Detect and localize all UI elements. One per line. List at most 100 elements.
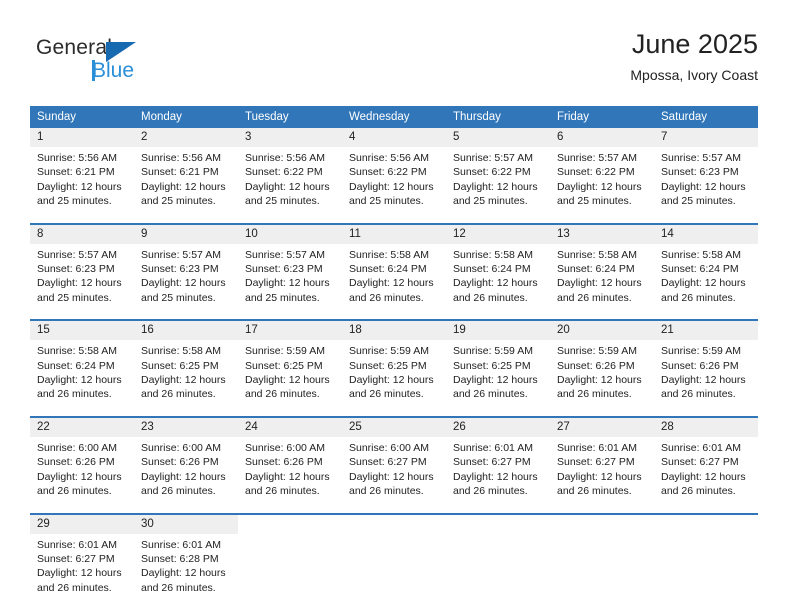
sunset-text: Sunset: 6:23 PM	[141, 263, 219, 276]
daylight-text-line2: and 25 minutes.	[141, 291, 216, 304]
daylight-text-line2: and 26 minutes.	[661, 388, 736, 401]
calendar-day-cell[interactable]: 19 Sunrise: 5:59 AM Sunset: 6:25 PM Dayligh…	[446, 319, 550, 402]
calendar-day-cell[interactable]: 12 Sunrise: 5:58 AM Sunset: 6:24 PM Dayligh…	[446, 222, 550, 306]
calendar-day-cell[interactable]: 27 Sunrise: 6:01 AM Sunset: 6:27 PM Dayligh…	[550, 415, 654, 499]
weekday-header-monday: Monday	[134, 106, 238, 128]
day-sun-info: Sunrise: 5:57 AM Sunset: 6:23 PM Daylight:…	[134, 244, 238, 306]
daylight-text-line1: Daylight: 12 hours	[245, 374, 330, 387]
daylight-text-line1: Daylight: 12 hours	[245, 470, 330, 483]
calendar-day-cell[interactable]: 16 Sunrise: 5:58 AM Sunset: 6:25 PM Dayligh…	[134, 319, 238, 402]
page-title: June 2025	[631, 29, 758, 59]
daylight-text-line1: Daylight: 12 hours	[453, 470, 538, 483]
calendar-day-cell[interactable]: 8 Sunrise: 5:57 AM Sunset: 6:23 PM Daylight…	[30, 222, 134, 306]
calendar-day-cell-empty	[446, 512, 550, 596]
sunset-text: Sunset: 6:27 PM	[557, 456, 635, 469]
calendar-day-cell[interactable]: 9 Sunrise: 5:57 AM Sunset: 6:23 PM Daylight…	[134, 222, 238, 306]
day-number: 13	[550, 224, 654, 244]
daylight-text-line2: and 25 minutes.	[141, 195, 216, 208]
daylight-text-line1: Daylight: 12 hours	[661, 277, 746, 290]
day-number	[238, 514, 342, 534]
calendar-day-cell[interactable]: 5 Sunrise: 5:57 AM Sunset: 6:22 PM Daylight…	[446, 128, 550, 209]
daylight-text-line1: Daylight: 12 hours	[349, 180, 434, 193]
day-number: 4	[342, 128, 446, 147]
day-number: 2	[134, 128, 238, 147]
daylight-text-line1: Daylight: 12 hours	[661, 470, 746, 483]
week-spacer-cell	[30, 401, 758, 417]
sunset-text: Sunset: 6:22 PM	[245, 166, 323, 179]
daylight-text-line2: and 25 minutes.	[557, 195, 632, 208]
sunrise-text: Sunrise: 6:00 AM	[37, 441, 117, 454]
calendar-day-cell[interactable]: 10 Sunrise: 5:57 AM Sunset: 6:23 PM Dayligh…	[238, 222, 342, 306]
calendar-grid: Sunday Monday Tuesday Wednesday Thursday…	[30, 106, 758, 596]
sunset-text: Sunset: 6:25 PM	[245, 359, 323, 372]
sunrise-text: Sunrise: 5:58 AM	[453, 248, 533, 261]
calendar-day-cell[interactable]: 1 Sunrise: 5:56 AM Sunset: 6:21 PM Daylight…	[30, 128, 134, 209]
calendar-day-cell[interactable]: 11 Sunrise: 5:58 AM Sunset: 6:24 PM Dayligh…	[342, 222, 446, 306]
calendar-day-cell[interactable]: 13 Sunrise: 5:58 AM Sunset: 6:24 PM Dayligh…	[550, 222, 654, 306]
calendar-week-row: 22 Sunrise: 6:00 AM Sunset: 6:26 PM Dayligh…	[30, 415, 758, 499]
daylight-text-line2: and 26 minutes.	[453, 291, 528, 304]
calendar-day-cell[interactable]: 3 Sunrise: 5:56 AM Sunset: 6:22 PM Daylight…	[238, 128, 342, 209]
calendar-day-cell[interactable]: 7 Sunrise: 5:57 AM Sunset: 6:23 PM Daylight…	[654, 128, 758, 209]
calendar-day-cell[interactable]: 14 Sunrise: 5:58 AM Sunset: 6:24 PM Dayligh…	[654, 222, 758, 306]
calendar-day-cell[interactable]: 24 Sunrise: 6:00 AM Sunset: 6:26 PM Dayligh…	[238, 415, 342, 499]
general-blue-logo[interactable]: General Blue	[36, 36, 236, 92]
sunset-text: Sunset: 6:24 PM	[349, 263, 427, 276]
sunrise-text: Sunrise: 5:57 AM	[245, 248, 325, 261]
day-sun-info: Sunrise: 5:58 AM Sunset: 6:24 PM Daylight:…	[550, 244, 654, 306]
calendar-day-cell[interactable]: 29 Sunrise: 6:01 AM Sunset: 6:27 PM Dayligh…	[30, 512, 134, 596]
day-number: 15	[30, 321, 134, 341]
daylight-text-line2: and 26 minutes.	[141, 388, 216, 401]
day-number: 5	[446, 128, 550, 147]
daylight-text-line1: Daylight: 12 hours	[557, 180, 642, 193]
sunset-text: Sunset: 6:23 PM	[37, 263, 115, 276]
sunrise-text: Sunrise: 5:58 AM	[349, 248, 429, 261]
calendar-day-cell[interactable]: 17 Sunrise: 5:59 AM Sunset: 6:25 PM Dayligh…	[238, 319, 342, 402]
calendar-day-cell[interactable]: 21 Sunrise: 5:59 AM Sunset: 6:26 PM Dayligh…	[654, 319, 758, 402]
daylight-text-line2: and 26 minutes.	[661, 485, 736, 498]
calendar-week-row: 29 Sunrise: 6:01 AM Sunset: 6:27 PM Dayligh…	[30, 512, 758, 596]
day-sun-info: Sunrise: 5:56 AM Sunset: 6:22 PM Daylight:…	[342, 147, 446, 209]
sunset-text: Sunset: 6:26 PM	[141, 456, 219, 469]
calendar-day-cell[interactable]: 30 Sunrise: 6:01 AM Sunset: 6:28 PM Dayligh…	[134, 512, 238, 596]
calendar-day-cell[interactable]: 25 Sunrise: 6:00 AM Sunset: 6:27 PM Dayligh…	[342, 415, 446, 499]
sunset-text: Sunset: 6:22 PM	[557, 166, 635, 179]
calendar-day-cell[interactable]: 23 Sunrise: 6:00 AM Sunset: 6:26 PM Dayligh…	[134, 415, 238, 499]
calendar-day-cell[interactable]: 18 Sunrise: 5:59 AM Sunset: 6:25 PM Dayligh…	[342, 319, 446, 402]
sunrise-text: Sunrise: 6:01 AM	[453, 441, 533, 454]
daylight-text-line2: and 26 minutes.	[37, 485, 112, 498]
day-sun-info: Sunrise: 5:59 AM Sunset: 6:26 PM Daylight:…	[654, 340, 758, 402]
calendar-day-cell[interactable]: 26 Sunrise: 6:01 AM Sunset: 6:27 PM Dayligh…	[446, 415, 550, 499]
sunrise-text: Sunrise: 5:59 AM	[245, 345, 325, 358]
daylight-text-line2: and 26 minutes.	[453, 388, 528, 401]
day-number: 9	[134, 224, 238, 244]
day-sun-info: Sunrise: 5:58 AM Sunset: 6:24 PM Daylight:…	[342, 244, 446, 306]
calendar-day-cell[interactable]: 6 Sunrise: 5:57 AM Sunset: 6:22 PM Daylight…	[550, 128, 654, 209]
day-sun-info: Sunrise: 5:57 AM Sunset: 6:23 PM Daylight:…	[238, 244, 342, 306]
day-sun-info: Sunrise: 5:58 AM Sunset: 6:24 PM Daylight:…	[446, 244, 550, 306]
calendar-day-cell[interactable]: 28 Sunrise: 6:01 AM Sunset: 6:27 PM Dayligh…	[654, 415, 758, 499]
daylight-text-line2: and 26 minutes.	[349, 291, 424, 304]
daylight-text-line1: Daylight: 12 hours	[453, 277, 538, 290]
day-sun-info: Sunrise: 5:57 AM Sunset: 6:22 PM Daylight:…	[446, 147, 550, 209]
sunrise-text: Sunrise: 5:59 AM	[557, 345, 637, 358]
weekday-header-friday: Friday	[550, 106, 654, 128]
sunrise-text: Sunrise: 5:58 AM	[37, 345, 117, 358]
daylight-text-line2: and 26 minutes.	[141, 581, 216, 594]
daylight-text-line2: and 26 minutes.	[37, 388, 112, 401]
sunset-text: Sunset: 6:26 PM	[557, 359, 635, 372]
weekday-header-tuesday: Tuesday	[238, 106, 342, 128]
daylight-text-line2: and 26 minutes.	[557, 291, 632, 304]
calendar-day-cell[interactable]: 22 Sunrise: 6:00 AM Sunset: 6:26 PM Dayligh…	[30, 415, 134, 499]
day-number: 10	[238, 224, 342, 244]
calendar-day-cell[interactable]: 2 Sunrise: 5:56 AM Sunset: 6:21 PM Daylight…	[134, 128, 238, 209]
sunset-text: Sunset: 6:25 PM	[141, 359, 219, 372]
calendar-day-cell[interactable]: 20 Sunrise: 5:59 AM Sunset: 6:26 PM Dayligh…	[550, 319, 654, 402]
daylight-text-line2: and 26 minutes.	[557, 485, 632, 498]
calendar-day-cell[interactable]: 4 Sunrise: 5:56 AM Sunset: 6:22 PM Daylight…	[342, 128, 446, 209]
daylight-text-line1: Daylight: 12 hours	[141, 180, 226, 193]
calendar-week-row: 8 Sunrise: 5:57 AM Sunset: 6:23 PM Daylight…	[30, 222, 758, 306]
calendar-day-cell[interactable]: 15 Sunrise: 5:58 AM Sunset: 6:24 PM Dayligh…	[30, 319, 134, 402]
logo-text-general: General	[36, 36, 113, 59]
day-number	[654, 514, 758, 534]
